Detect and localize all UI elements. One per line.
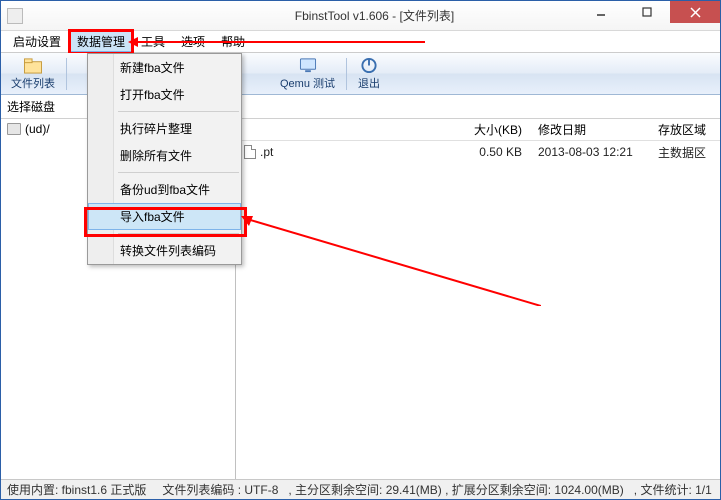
close-button[interactable] [670, 1, 720, 23]
status-space: , 主分区剩余空间: 29.41(MB) , 扩展分区剩余空间: 1024.00… [288, 481, 623, 498]
dropdown-separator [118, 111, 239, 112]
annotation-arrow-diagonal [241, 216, 541, 306]
toolbar-separator [66, 58, 67, 90]
titlebar: FbinstTool v1.606 - [文件列表] [1, 1, 720, 31]
exit-icon [359, 57, 379, 74]
maximize-button[interactable] [624, 1, 670, 23]
toolbar-exit-label: 退出 [358, 75, 380, 91]
menu-import-fba[interactable]: 导入fba文件 [88, 203, 241, 230]
annotation-arrow-top [135, 41, 425, 43]
menu-startup-settings[interactable]: 启动设置 [5, 31, 69, 52]
statusbar: 使用内置: fbinst1.6 正式版 文件列表编码 : UTF-8 , 主分区… [1, 479, 720, 499]
cell-name: .pt [236, 145, 450, 159]
menu-convert-encoding[interactable]: 转换文件列表编码 [88, 237, 241, 264]
col-size-header[interactable]: 大小(KB) [450, 121, 530, 138]
toolbar-qemu-button[interactable]: Qemu 测试 [274, 55, 341, 93]
col-area-header[interactable]: 存放区域 [650, 121, 720, 138]
menu-data-management[interactable]: 数据管理 [69, 31, 133, 52]
data-management-dropdown: 新建fba文件 打开fba文件 执行碎片整理 删除所有文件 备份ud到fba文件… [87, 53, 242, 265]
monitor-icon [298, 57, 318, 74]
col-date-header[interactable]: 修改日期 [530, 121, 650, 138]
toolbar-exit-button[interactable]: 退出 [352, 55, 386, 93]
menu-defrag[interactable]: 执行碎片整理 [88, 115, 241, 142]
drive-icon [7, 123, 21, 135]
status-engine: 使用内置: fbinst1.6 正式版 [7, 481, 146, 498]
toolbar-qemu-label: Qemu 测试 [280, 75, 335, 91]
cell-name-text: .pt [260, 145, 273, 159]
toolbar-file-list-button[interactable]: 文件列表 [5, 55, 61, 93]
file-list-icon [23, 57, 43, 74]
cell-size: 0.50 KB [450, 145, 530, 159]
minimize-button[interactable] [578, 1, 624, 23]
tree-root-label: (ud)/ [25, 122, 50, 136]
disk-selector-label: 选择磁盘 [7, 98, 55, 115]
status-count: , 文件统计: 1/1 [634, 481, 712, 498]
toolbar-file-list-label: 文件列表 [11, 75, 55, 91]
cell-date: 2013-08-03 12:21 [530, 145, 650, 159]
status-encoding: 文件列表编码 : UTF-8 [162, 481, 278, 498]
file-list-header: 大小(KB) 修改日期 存放区域 [236, 119, 720, 141]
dropdown-separator [118, 172, 239, 173]
dropdown-separator [118, 233, 239, 234]
annotation-arrow-top-head [128, 37, 138, 47]
toolbar-separator [346, 58, 347, 90]
menu-new-fba[interactable]: 新建fba文件 [88, 54, 241, 81]
file-icon [244, 145, 256, 159]
app-icon [7, 8, 23, 24]
menu-delete-all[interactable]: 删除所有文件 [88, 142, 241, 169]
table-row[interactable]: .pt 0.50 KB 2013-08-03 12:21 主数据区 [236, 141, 720, 163]
menu-backup-ud[interactable]: 备份ud到fba文件 [88, 176, 241, 203]
menu-open-fba[interactable]: 打开fba文件 [88, 81, 241, 108]
cell-area: 主数据区 [650, 144, 720, 161]
